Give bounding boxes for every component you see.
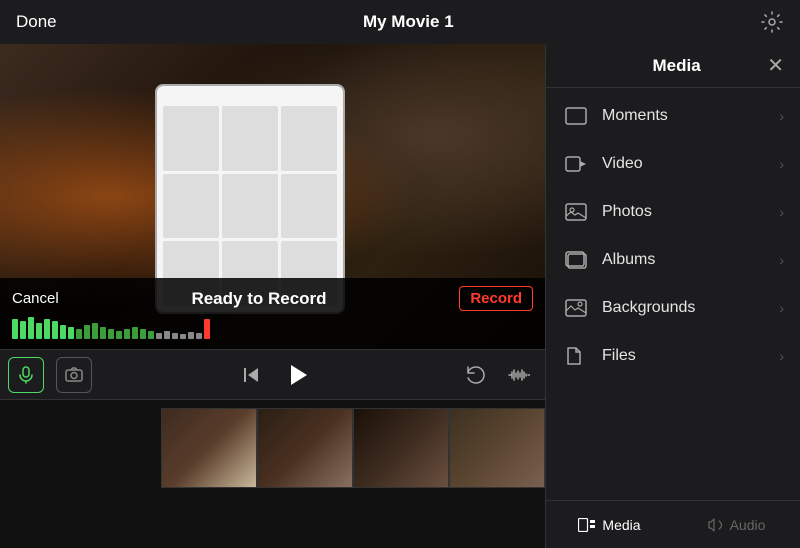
meter-bar bbox=[156, 333, 162, 339]
record-status-text: Ready to Record bbox=[75, 289, 444, 309]
meter-bar bbox=[108, 329, 114, 339]
microphone-button[interactable] bbox=[8, 357, 44, 393]
cancel-button[interactable]: Cancel bbox=[12, 290, 59, 307]
panel-tabs: Media Audio bbox=[546, 500, 800, 548]
undo-button[interactable] bbox=[457, 357, 493, 393]
skip-start-button[interactable] bbox=[233, 357, 269, 393]
meter-bar bbox=[28, 317, 34, 339]
filmstrip-frame bbox=[161, 408, 257, 488]
filmstrip bbox=[161, 408, 545, 488]
meter-bar bbox=[188, 332, 194, 339]
panel-header: Media ✕ bbox=[546, 44, 800, 88]
meter-bar bbox=[148, 331, 154, 339]
right-panel: Media ✕ Moments › Video › Photos › Album… bbox=[545, 44, 800, 548]
video-preview: Cancel Ready to Record Record bbox=[0, 44, 545, 349]
moments-icon bbox=[562, 105, 590, 127]
timeline-toolbar bbox=[0, 350, 545, 400]
meter-bar bbox=[116, 331, 122, 339]
albums-icon bbox=[562, 249, 590, 271]
files-label: Files bbox=[602, 347, 779, 365]
media-item-files[interactable]: Files › bbox=[546, 332, 800, 380]
files-chevron: › bbox=[779, 348, 784, 364]
movie-title: My Movie 1 bbox=[363, 12, 454, 32]
media-item-albums[interactable]: Albums › bbox=[546, 236, 800, 284]
media-item-moments[interactable]: Moments › bbox=[546, 92, 800, 140]
meter-bar bbox=[36, 323, 42, 339]
backgrounds-chevron: › bbox=[779, 300, 784, 316]
meter-bar bbox=[52, 321, 58, 339]
close-button[interactable]: ✕ bbox=[767, 56, 784, 76]
video-chevron: › bbox=[779, 156, 784, 172]
timeline-track bbox=[0, 400, 545, 548]
record-controls: Cancel Ready to Record Record bbox=[12, 286, 533, 311]
meter-bar bbox=[140, 329, 146, 339]
albums-chevron: › bbox=[779, 252, 784, 268]
audio-tab-icon bbox=[708, 517, 724, 533]
media-item-video[interactable]: Video › bbox=[546, 140, 800, 188]
timeline-area bbox=[0, 349, 545, 548]
waveform-button[interactable] bbox=[501, 357, 537, 393]
media-tab-label: Media bbox=[602, 517, 640, 533]
meter-bar bbox=[164, 331, 170, 339]
media-item-backgrounds[interactable]: Backgrounds › bbox=[546, 284, 800, 332]
meter-bar bbox=[124, 329, 130, 339]
record-button[interactable]: Record bbox=[459, 286, 533, 311]
tab-media[interactable]: Media bbox=[546, 501, 673, 548]
audio-tab-label: Audio bbox=[730, 517, 766, 533]
record-overlay: Cancel Ready to Record Record bbox=[0, 278, 545, 349]
settings-icon[interactable] bbox=[760, 10, 784, 34]
meter-bar bbox=[180, 334, 186, 339]
meter-bar bbox=[204, 319, 210, 339]
meter-bar bbox=[92, 323, 98, 339]
main-content: Cancel Ready to Record Record bbox=[0, 44, 800, 548]
meter-bar bbox=[12, 319, 18, 339]
media-list: Moments › Video › Photos › Albums › Back… bbox=[546, 88, 800, 500]
meter-bar bbox=[172, 333, 178, 339]
filmstrip-frame bbox=[449, 408, 545, 488]
play-button[interactable] bbox=[277, 355, 317, 395]
files-icon bbox=[562, 345, 590, 367]
albums-label: Albums bbox=[602, 251, 779, 269]
moments-label: Moments bbox=[602, 107, 779, 125]
meter-bar bbox=[84, 325, 90, 339]
filmstrip-frame bbox=[257, 408, 353, 488]
photos-chevron: › bbox=[779, 204, 784, 220]
moments-chevron: › bbox=[779, 108, 784, 124]
photos-label: Photos bbox=[602, 203, 779, 221]
meter-bar bbox=[60, 325, 66, 339]
audio-meter bbox=[12, 317, 533, 341]
meter-bar bbox=[196, 333, 202, 339]
meter-bar bbox=[100, 327, 106, 339]
meter-bar bbox=[20, 321, 26, 339]
top-bar: Done My Movie 1 bbox=[0, 0, 800, 44]
photos-icon bbox=[562, 201, 590, 223]
video-label: Video bbox=[602, 155, 779, 173]
tab-audio[interactable]: Audio bbox=[673, 501, 800, 548]
media-tab-icon bbox=[578, 518, 596, 532]
meter-bar bbox=[44, 319, 50, 339]
video-area: Cancel Ready to Record Record bbox=[0, 44, 545, 548]
panel-title: Media bbox=[586, 56, 767, 76]
camera-button[interactable] bbox=[56, 357, 92, 393]
meter-bar bbox=[68, 327, 74, 339]
done-button[interactable]: Done bbox=[16, 12, 57, 32]
backgrounds-icon bbox=[562, 297, 590, 319]
filmstrip-frame bbox=[353, 408, 449, 488]
video-icon bbox=[562, 153, 590, 175]
backgrounds-label: Backgrounds bbox=[602, 299, 779, 317]
meter-bar bbox=[76, 329, 82, 339]
media-item-photos[interactable]: Photos › bbox=[546, 188, 800, 236]
meter-bar bbox=[132, 327, 138, 339]
